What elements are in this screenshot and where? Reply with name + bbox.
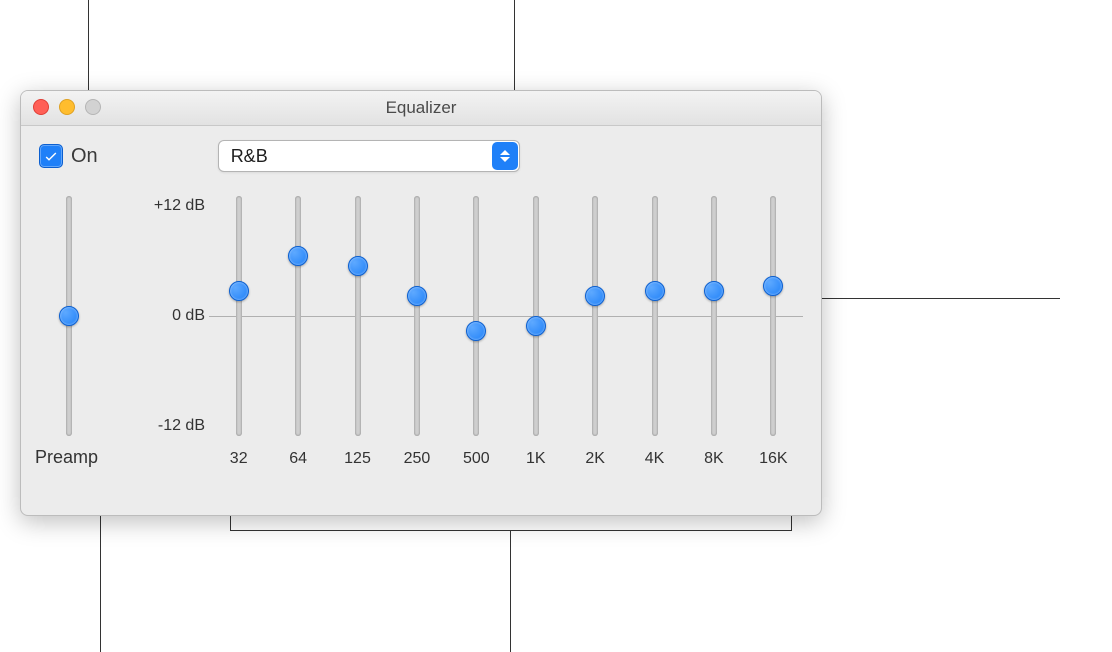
band-thumb-250[interactable] <box>407 286 427 306</box>
chevron-up-icon <box>500 150 510 155</box>
band-slider-64[interactable] <box>295 196 301 436</box>
band-slider-4K[interactable] <box>652 196 658 436</box>
band-slider-32[interactable] <box>236 196 242 436</box>
band-label-4K: 4K <box>625 450 684 468</box>
band-thumb-500[interactable] <box>466 321 486 341</box>
preamp-thumb[interactable] <box>59 306 79 326</box>
band-thumb-32[interactable] <box>229 281 249 301</box>
preset-select[interactable]: R&B <box>218 140 520 172</box>
chevron-down-icon <box>500 157 510 162</box>
check-icon <box>43 148 59 164</box>
scale-bottom: -12 dB <box>158 417 205 435</box>
band-label-250: 250 <box>387 450 446 468</box>
eq-area: Preamp +12 dB 0 dB -12 dB 32641252505001… <box>39 182 803 482</box>
band-8K: 8K <box>684 182 743 482</box>
select-arrow[interactable] <box>492 142 518 170</box>
band-4K: 4K <box>625 182 684 482</box>
band-slider-16K[interactable] <box>770 196 776 436</box>
band-label-1K: 1K <box>506 450 565 468</box>
band-label-16K: 16K <box>744 450 803 468</box>
scale-column: +12 dB 0 dB -12 dB <box>99 182 209 482</box>
band-thumb-1K[interactable] <box>526 316 546 336</box>
band-label-2K: 2K <box>565 450 624 468</box>
callout-leader-slider <box>800 298 1060 299</box>
callout-leader-bands <box>510 530 511 652</box>
band-1K: 1K <box>506 182 565 482</box>
band-slider-8K[interactable] <box>711 196 717 436</box>
scale-top: +12 dB <box>154 197 205 215</box>
band-slider-2K[interactable] <box>592 196 598 436</box>
preamp-column: Preamp <box>39 182 99 482</box>
preamp-label: Preamp <box>35 447 98 468</box>
equalizer-window: Equalizer On R&B <box>20 90 822 516</box>
titlebar[interactable]: Equalizer <box>21 91 821 126</box>
band-label-8K: 8K <box>684 450 743 468</box>
band-2K: 2K <box>565 182 624 482</box>
on-label: On <box>71 145 98 168</box>
band-16K: 16K <box>744 182 803 482</box>
band-label-500: 500 <box>447 450 506 468</box>
band-thumb-8K[interactable] <box>704 281 724 301</box>
bands-column: 32641252505001K2K4K8K16K <box>209 182 803 482</box>
preamp-slider[interactable] <box>66 196 72 436</box>
preset-selected-value: R&B <box>219 141 491 171</box>
content-area: On R&B Preamp <box>21 126 821 516</box>
checkbox-box[interactable] <box>39 144 63 168</box>
band-125: 125 <box>328 182 387 482</box>
band-500: 500 <box>447 182 506 482</box>
band-label-32: 32 <box>209 450 268 468</box>
band-thumb-4K[interactable] <box>645 281 665 301</box>
on-checkbox[interactable]: On <box>39 144 98 168</box>
window-title: Equalizer <box>21 91 821 125</box>
band-slider-1K[interactable] <box>533 196 539 436</box>
band-slider-500[interactable] <box>473 196 479 436</box>
top-row: On R&B <box>39 140 803 172</box>
band-label-125: 125 <box>328 450 387 468</box>
band-slider-250[interactable] <box>414 196 420 436</box>
band-thumb-16K[interactable] <box>763 276 783 296</box>
band-thumb-64[interactable] <box>288 246 308 266</box>
band-64: 64 <box>268 182 327 482</box>
band-thumb-2K[interactable] <box>585 286 605 306</box>
band-label-64: 64 <box>268 450 327 468</box>
band-thumb-125[interactable] <box>348 256 368 276</box>
canvas: Equalizer On R&B <box>0 0 1112 652</box>
band-slider-125[interactable] <box>355 196 361 436</box>
band-32: 32 <box>209 182 268 482</box>
scale-mid: 0 dB <box>172 307 205 325</box>
band-250: 250 <box>387 182 446 482</box>
